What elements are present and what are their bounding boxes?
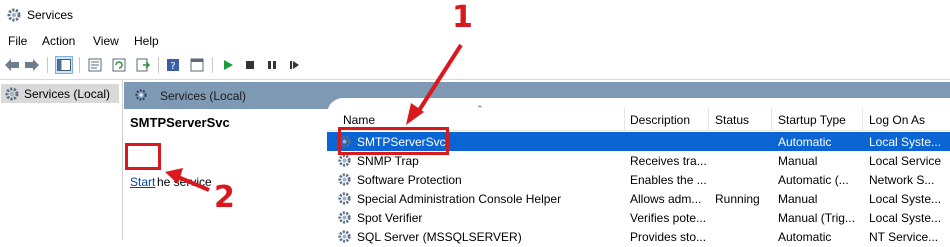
column-separator[interactable] bbox=[862, 108, 863, 130]
cell-startup-type: Automatic (... bbox=[778, 173, 849, 187]
toolbar-separator bbox=[47, 57, 48, 73]
menu-view[interactable]: View bbox=[93, 34, 119, 48]
start-service-link[interactable]: Start bbox=[130, 175, 155, 189]
search-gear-icon bbox=[135, 89, 147, 101]
cell-description: Allows adm... bbox=[630, 192, 702, 206]
toolbar: ? bbox=[0, 52, 950, 80]
table-row[interactable]: SQL Server (MSSQLSERVER) Provides sto... A… bbox=[327, 227, 950, 246]
column-separator[interactable] bbox=[624, 108, 625, 130]
restart-icon[interactable] bbox=[285, 56, 303, 74]
table-row[interactable]: Spot Verifier Verifies pote... Manual (Tri… bbox=[327, 208, 950, 227]
menu-help[interactable]: Help bbox=[134, 34, 159, 48]
tree-node-label: Services (Local) bbox=[24, 87, 111, 101]
cell-log-on-as: NT Service... bbox=[869, 230, 939, 244]
cell-description: Receives tra... bbox=[630, 154, 706, 168]
services-panel: Services (Local) SMTPServerSvc Start he … bbox=[124, 82, 950, 244]
cell-startup-type: Manual bbox=[778, 154, 818, 168]
menu-action[interactable]: Action bbox=[42, 34, 75, 48]
annotation-number-1: 1 bbox=[452, 0, 473, 35]
menu-file[interactable]: File bbox=[8, 34, 27, 48]
cell-log-on-as: Local Service bbox=[869, 154, 942, 168]
services-list: ⌃ Name Description Status Startup Type L… bbox=[327, 98, 950, 244]
cell-name: Software Protection bbox=[357, 173, 462, 187]
cell-startup-type: Automatic bbox=[778, 135, 832, 149]
title-bar: Services bbox=[0, 0, 950, 30]
cell-log-on-as: Network S... bbox=[869, 173, 935, 187]
column-separator[interactable] bbox=[708, 108, 709, 130]
gear-icon bbox=[337, 229, 352, 244]
gear-icon bbox=[337, 191, 352, 206]
annotation-box-1 bbox=[338, 127, 449, 155]
play-icon[interactable] bbox=[219, 56, 237, 74]
cell-description: Verifies pote... bbox=[630, 211, 706, 225]
cell-startup-type: Manual bbox=[778, 192, 818, 206]
column-header-description[interactable]: Description bbox=[630, 113, 690, 127]
annotation-number-2: 2 bbox=[214, 180, 235, 215]
menu-bar: File Action View Help bbox=[0, 30, 950, 52]
column-header-status[interactable]: Status bbox=[715, 113, 749, 127]
forward-arrow-icon[interactable] bbox=[23, 56, 41, 74]
properties-icon[interactable] bbox=[86, 56, 104, 74]
table-row[interactable]: Special Administration Console Helper All… bbox=[327, 189, 950, 208]
panel-header-title: Services (Local) bbox=[160, 89, 247, 103]
start-service-suffix: he service bbox=[157, 175, 212, 189]
annotation-box-2 bbox=[125, 143, 161, 170]
cell-startup-type: Manual (Trig... bbox=[778, 211, 855, 225]
toolbar-separator bbox=[158, 57, 159, 73]
cell-description: Enables the ... bbox=[630, 173, 706, 187]
cell-log-on-as: Local Syste... bbox=[869, 135, 942, 149]
gear-icon bbox=[5, 87, 19, 101]
toolbar-separator bbox=[79, 57, 80, 73]
cell-description: Provides sto... bbox=[630, 230, 706, 244]
services-app-icon bbox=[7, 8, 21, 22]
cell-log-on-as: Local Syste... bbox=[869, 192, 942, 206]
tree-node-services-local[interactable]: Services (Local) bbox=[1, 84, 119, 103]
column-header-startup-type[interactable]: Startup Type bbox=[778, 113, 846, 127]
cell-log-on-as: Local Syste... bbox=[869, 211, 942, 225]
show-hide-tree-icon[interactable] bbox=[55, 56, 73, 74]
toolbar-separator bbox=[212, 57, 213, 73]
cell-name: Spot Verifier bbox=[357, 211, 423, 225]
column-header-log-on-as[interactable]: Log On As bbox=[869, 113, 925, 127]
gear-icon bbox=[337, 210, 352, 225]
cell-name: SQL Server (MSSQLSERVER) bbox=[357, 230, 522, 244]
cell-name: SNMP Trap bbox=[357, 154, 419, 168]
window-title: Services bbox=[27, 8, 74, 22]
cell-startup-type: Automatic bbox=[778, 230, 832, 244]
cell-name: Special Administration Console Helper bbox=[357, 192, 562, 206]
console-tree: Services (Local) bbox=[0, 80, 123, 240]
export-list-icon[interactable] bbox=[134, 56, 152, 74]
cell-status: Running bbox=[715, 192, 760, 206]
pause-icon[interactable] bbox=[263, 56, 281, 74]
refresh-icon[interactable] bbox=[110, 56, 128, 74]
gear-icon bbox=[337, 153, 352, 168]
column-header-name[interactable]: Name bbox=[343, 113, 375, 127]
help-icon[interactable]: ? bbox=[164, 56, 182, 74]
gear-icon bbox=[337, 172, 352, 187]
back-arrow-icon[interactable] bbox=[3, 56, 21, 74]
stop-icon[interactable] bbox=[241, 56, 259, 74]
column-separator[interactable] bbox=[771, 108, 772, 130]
extended-pane: SMTPServerSvc Start he service bbox=[124, 109, 329, 240]
svg-text:?: ? bbox=[170, 61, 175, 72]
console-icon[interactable] bbox=[188, 56, 206, 74]
selected-service-name: SMTPServerSvc bbox=[130, 115, 230, 130]
table-row[interactable]: Software Protection Enables the ... Automa… bbox=[327, 170, 950, 189]
